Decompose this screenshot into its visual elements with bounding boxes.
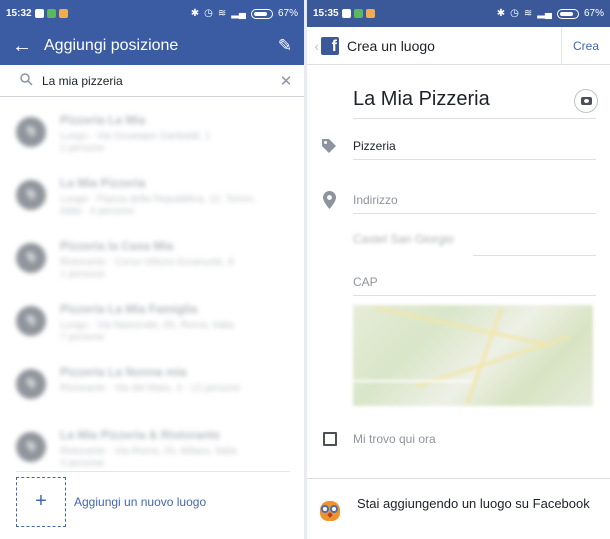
bluetooth-icon: ✱ [496,8,506,19]
zip-row: CAP [353,264,596,296]
place-pin-icon [16,243,46,273]
bluetooth-icon: ✱ [190,8,200,19]
camera-icon[interactable] [574,89,598,113]
map-preview[interactable] [353,305,593,406]
place-pin-icon [16,306,46,336]
photo-icon [353,9,363,18]
result-name: Pizzeria la Casa Mia [60,239,174,253]
location-pin-icon [323,191,336,214]
address-field[interactable]: Indirizzo [353,193,596,213]
result-details: Luogo · Piazza della Repubblica, 12, Tor… [60,194,256,205]
signal-icon: ▂▄ [231,8,246,19]
close-icon[interactable]: ✕ [278,72,294,90]
address-row: Indirizzo [353,182,596,214]
battery-icon [250,8,273,19]
chevron-left-icon[interactable]: ‹ [309,38,319,54]
check-in-label: Mi trovo qui ora [353,432,436,446]
result-name: Pizzeria La Mia [60,113,146,127]
mail-icon [341,9,351,18]
result-details: 3 persone [60,458,105,469]
check-in-option[interactable]: Mi trovo qui ora [323,432,436,446]
search-input[interactable] [36,73,278,88]
search-icon [20,72,36,89]
place-pin-icon [16,369,46,399]
result-details: Ristorante · Corso Vittorio Emanuele, 8 [60,257,234,268]
page-title: Crea un luogo [347,37,435,54]
page-title: Aggiungi posizione [44,37,179,54]
result-details: Ristorante · Via del Mare, 3 · 12 person… [60,383,241,394]
footer-notice: Stai aggiungendo un luogo su Facebook [317,495,596,522]
result-details: 7 persone [60,332,105,343]
left-screen: 15:32 ✱ ◷ ≋ ▂▄ 67% ← Aggiungi posizione … [0,0,304,539]
wifi-icon: ≋ [523,8,533,19]
results-list: Pizzeria La Mia Luogo · Via Giuseppe Gar… [0,97,304,483]
plus-icon[interactable]: + [16,476,66,527]
city-field[interactable]: Castel San Giorgio [353,232,454,246]
arrow-left-icon[interactable]: ← [0,35,44,58]
divider [307,478,610,479]
battery-level: 67% [277,8,298,19]
place-pin-icon [16,180,46,210]
result-details: Luogo · Via Nazionale, 55, Roma, Italia [60,320,234,331]
app-notification-icon [58,9,68,18]
add-new-place-button[interactable]: Aggiungi un nuovo luogo [74,495,206,509]
header: ‹ f Crea un luogo Crea [307,26,610,65]
facebook-logo-icon: f [321,36,339,55]
mail-icon [34,9,44,18]
create-button[interactable]: Crea [562,39,610,53]
list-item[interactable]: Pizzeria La Mia Luogo · Via Giuseppe Gar… [0,105,304,168]
signal-icon: ▂▄ [537,8,552,19]
wifi-icon: ≋ [217,8,227,19]
place-pin-icon [16,117,46,147]
result-details: Italia · 4 persone [60,206,135,217]
result-details: Luogo · Via Giuseppe Garibaldi, 1 [60,131,211,142]
app-bar: ← Aggiungi posizione ✎ [0,27,304,65]
zip-field[interactable]: CAP [353,275,596,295]
battery-icon [556,8,579,19]
pencil-icon[interactable]: ✎ [266,36,304,56]
result-details: 1 persona [60,269,105,280]
result-name: Pizzeria La Mia Famiglia [60,302,198,316]
list-item[interactable]: Pizzeria La Nonna mia Ristorante · Via d… [0,357,304,420]
list-item[interactable]: La Mia Pizzeria Luogo · Piazza della Rep… [0,168,304,231]
result-name: La Mia Pizzeria & Ristorante [60,428,221,442]
battery-level: 67% [583,8,604,19]
list-item[interactable]: Pizzeria La Mia Famiglia Luogo · Via Naz… [0,294,304,357]
place-pin-icon [16,432,46,462]
checkbox[interactable] [323,432,337,446]
result-details: 2 persone [60,143,105,154]
result-name: Pizzeria La Nonna mia [60,365,187,379]
tag-icon [321,138,337,159]
search-bar: ✕ [0,65,304,97]
owl-mascot-icon [317,496,343,522]
place-name-field[interactable]: La Mia Pizzeria [353,88,574,118]
footer-text: Stai aggiungendo un luogo su Facebook [357,496,590,511]
alarm-icon: ◷ [510,8,519,19]
place-name-row: La Mia Pizzeria [353,78,598,119]
status-bar: 15:32 ✱ ◷ ≋ ▂▄ 67% [0,0,304,27]
category-field[interactable]: Pizzeria [353,139,596,159]
city-row-underline [473,224,596,256]
add-new-place-row[interactable]: + Aggiungi un nuovo luogo [16,471,290,531]
app-notification-icon [365,9,375,18]
right-screen: 15:35 ✱ ◷ ≋ ▂▄ 67% ‹ f Crea un luogo Cre… [307,0,610,539]
result-details: Ristorante · Via Roma, 20, Milano, Itali… [60,446,237,457]
status-bar: 15:35 ✱ ◷ ≋ ▂▄ 67% [307,0,610,27]
alarm-icon: ◷ [204,8,213,19]
result-name: La Mia Pizzeria [60,176,146,190]
status-time: 15:32 [6,8,32,19]
category-row: Pizzeria [353,128,596,160]
list-item[interactable]: Pizzeria la Casa Mia Ristorante · Corso … [0,231,304,294]
status-time: 15:35 [313,8,339,19]
photo-icon [46,9,56,18]
